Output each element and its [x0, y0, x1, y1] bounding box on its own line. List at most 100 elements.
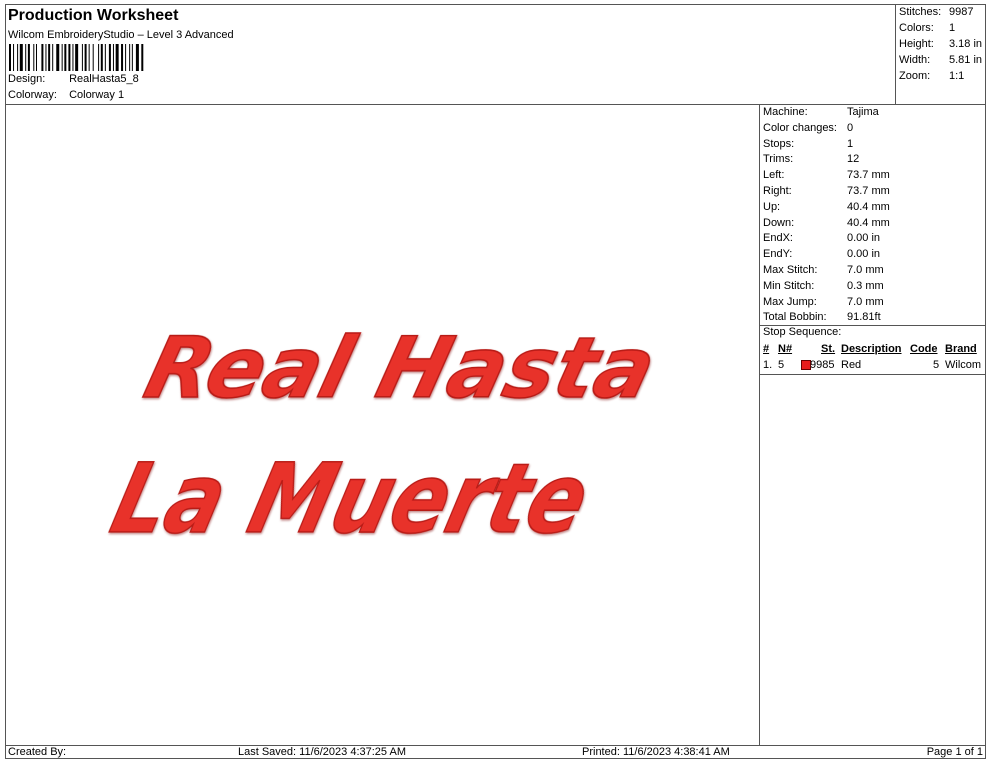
barcode-bar	[33, 44, 35, 71]
height-label: Height:	[899, 38, 934, 50]
barcode-bar	[98, 44, 100, 71]
info-value: 7.0 mm	[847, 295, 884, 308]
info-label: Color changes:	[763, 121, 837, 134]
colors-value: 1	[949, 22, 956, 34]
barcode-bar	[52, 44, 54, 71]
barcode-bar	[115, 44, 119, 71]
barcode-bar	[19, 44, 23, 71]
info-label: Up:	[763, 200, 781, 213]
barcode-bar	[131, 44, 133, 71]
design-value: RealHasta5_8	[69, 73, 139, 85]
info-label: EndY:	[763, 248, 793, 261]
barcode-bar	[121, 44, 124, 71]
thread-color-swatch	[801, 360, 811, 370]
info-row: Down: 40.4 mm	[763, 217, 890, 229]
worksheet-page: Production Worksheet Wilcom EmbroiderySt…	[5, 4, 986, 759]
info-value: 73.7 mm	[847, 169, 890, 182]
worksheet-footer: Created By: Last Saved: 11/6/2023 4:37:2…	[6, 745, 986, 759]
info-label: Total Bobbin:	[763, 311, 827, 324]
machine-info-panel: Machine: Tajima Color changes: 0 Stops: 1 Trim…	[760, 105, 986, 745]
info-value: 0.00 in	[847, 232, 881, 245]
info-label: Trims:	[763, 153, 794, 166]
zoom-row: Zoom: 1:1	[899, 70, 964, 82]
info-row: Machine: Tajima	[763, 106, 879, 118]
barcode-bar	[141, 44, 144, 71]
design-preview: Real Hasta La Muerte	[6, 105, 760, 745]
info-value: Tajima	[847, 106, 879, 118]
barcode-bar	[13, 44, 15, 71]
info-value: 40.4 mm	[847, 200, 890, 213]
barcode-bar	[25, 44, 27, 71]
barcode-bar	[100, 44, 103, 71]
stop-cell-code: 5	[933, 359, 940, 371]
info-row: Trims: 12	[763, 153, 859, 165]
info-value: 73.7 mm	[847, 185, 890, 197]
info-row: Right: 73.7 mm	[763, 185, 890, 197]
colorway-value: Colorway 1	[69, 89, 125, 101]
info-row: EndY: 0.00 in	[763, 248, 880, 260]
stop-cell-num: 1.	[763, 359, 773, 371]
info-row: Up: 40.4 mm	[763, 201, 890, 213]
barcode-bar	[61, 44, 63, 71]
barcode-bar	[48, 44, 51, 71]
design-text-line-1: Real Hasta	[136, 320, 665, 417]
barcode-bar	[135, 44, 139, 71]
barcode-bar	[41, 44, 44, 71]
info-value: 0	[847, 121, 854, 134]
stitches-row: Stitches: 9987	[899, 6, 973, 18]
barcode	[9, 44, 144, 71]
width-label: Width:	[899, 54, 931, 66]
info-label: Max Stitch:	[763, 264, 818, 276]
barcode-bar	[9, 44, 11, 71]
colorway-row: Colorway: Colorway 1	[8, 89, 124, 101]
barcode-bar	[64, 44, 67, 71]
barcode-bar	[112, 44, 114, 71]
worksheet-header: Production Worksheet Wilcom EmbroiderySt…	[6, 5, 895, 105]
info-row: Max Jump: 7.0 mm	[763, 296, 884, 308]
info-row: Left: 73.7 mm	[763, 169, 890, 181]
barcode-bar	[56, 44, 60, 71]
printed-date: Printed: 11/6/2023 4:38:41 AM	[582, 746, 730, 758]
zoom-value: 1:1	[949, 70, 965, 82]
design-text-line-2: La Muerte	[102, 443, 600, 554]
colors-label: Colors:	[899, 22, 934, 34]
barcode-bar	[104, 44, 106, 71]
info-value: 0.00 in	[847, 248, 881, 261]
stitches-label: Stitches:	[899, 6, 942, 18]
barcode-bar	[88, 44, 90, 71]
info-row: Max Stitch: 7.0 mm	[763, 264, 884, 276]
info-row: Min Stitch: 0.3 mm	[763, 280, 884, 292]
column-header-num: #	[763, 343, 770, 355]
info-label: Right:	[763, 185, 792, 197]
info-label: Max Jump:	[763, 295, 817, 308]
barcode-bar	[92, 44, 94, 71]
barcode-bar	[17, 44, 19, 71]
stop-cell-n: 5	[778, 359, 785, 371]
stop-cell-brand: Wilcom	[945, 359, 982, 371]
info-label: Min Stitch:	[763, 279, 815, 292]
info-value: 91.81ft	[847, 311, 881, 324]
barcode-bar	[72, 44, 74, 71]
column-header-description: Description	[841, 343, 902, 355]
page-title: Production Worksheet	[8, 7, 179, 24]
info-label: Left:	[763, 169, 785, 182]
info-label: Down:	[763, 216, 795, 229]
height-value: 3.18 in	[949, 38, 983, 50]
info-row: Stops: 1	[763, 138, 853, 150]
software-name: Wilcom EmbroideryStudio – Level 3 Advanc…	[8, 29, 234, 41]
design-stats: Stitches: 9987 Colors: 1 Height: 3.18 in Wi…	[895, 5, 986, 105]
info-value: 0.3 mm	[847, 279, 884, 292]
height-row: Height: 3.18 in	[899, 38, 982, 50]
stop-cell-description: Red	[841, 359, 862, 371]
barcode-bar	[84, 44, 87, 71]
width-value: 5.81 in	[949, 54, 983, 66]
colorway-label: Colorway:	[8, 89, 57, 101]
barcode-bar	[129, 44, 131, 71]
colors-row: Colors: 1	[899, 22, 955, 34]
info-value: 1	[847, 137, 854, 150]
width-row: Width: 5.81 in	[899, 54, 982, 66]
column-header-st: St.	[821, 343, 836, 355]
info-value: 12	[847, 153, 860, 166]
column-header-brand: Brand	[945, 343, 977, 355]
zoom-label: Zoom:	[899, 70, 931, 82]
